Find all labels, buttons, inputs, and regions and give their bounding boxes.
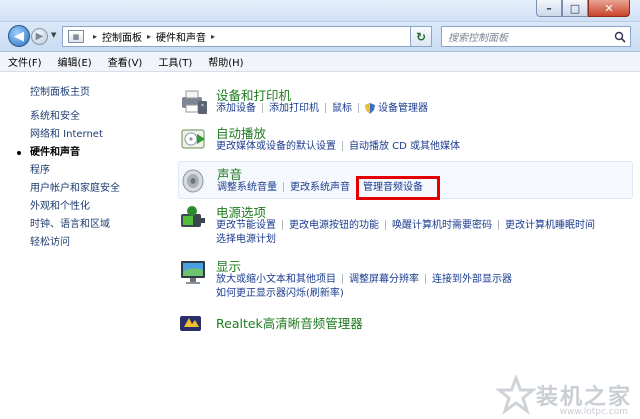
link-connect-external-display[interactable]: 连接到外部显示器 <box>432 274 512 285</box>
search-input[interactable]: 搜索控制面板 <box>448 29 610 44</box>
section-autoplay: 自动播放 更改媒体或设备的默认设置 自动播放 CD 或其他媒体 <box>178 123 633 159</box>
refresh-button[interactable]: ↻ <box>410 26 432 47</box>
control-panel-icon: ▦ <box>68 30 84 43</box>
menu-tools[interactable]: 工具(T) <box>158 54 192 69</box>
section-devices-printers: 设备和打印机 添加设备 添加打印机 鼠标 设备管理器 <box>178 85 633 121</box>
back-button[interactable]: ◀ <box>8 25 30 47</box>
link-change-system-sounds[interactable]: 更改系统声音 <box>290 182 350 193</box>
link-fix-flicker[interactable]: 如何更正显示器闪烁(刷新率) <box>216 288 344 299</box>
sidebar-item-system-security[interactable]: 系统和安全 <box>30 108 120 126</box>
menu-edit[interactable]: 编辑(E) <box>58 54 92 69</box>
link-zoom-text[interactable]: 放大或缩小文本和其他项目 <box>216 274 336 285</box>
title-bar: – □ ✕ <box>0 0 640 22</box>
link-change-sleep-time[interactable]: 更改计算机睡眠时间 <box>505 220 595 231</box>
link-mouse[interactable]: 鼠标 <box>332 103 352 114</box>
link-device-manager[interactable]: 设备管理器 <box>378 103 428 114</box>
highlight-box <box>356 176 440 200</box>
content-pane: 设备和打印机 添加设备 添加打印机 鼠标 设备管理器 自动播放 更改媒体或设备的默认设… <box>170 73 640 419</box>
display-icon[interactable] <box>178 256 210 288</box>
realtek-icon[interactable] <box>178 311 204 335</box>
search-box[interactable]: 搜索控制面板 <box>441 26 631 47</box>
category-list: 系统和安全 网络和 Internet 硬件和声音 程序 用户帐户和家庭安全 外观… <box>17 108 120 252</box>
link-power-button-function[interactable]: 更改电源按钮的功能 <box>289 220 379 231</box>
forward-button[interactable]: ▶ <box>31 28 48 45</box>
section-title[interactable]: Realtek高清晰音频管理器 <box>216 313 363 332</box>
sidebar-item-programs[interactable]: 程序 <box>30 162 120 180</box>
link-change-media-defaults[interactable]: 更改媒体或设备的默认设置 <box>216 141 336 152</box>
sidebar-item-user-accounts[interactable]: 用户帐户和家庭安全 <box>30 180 120 198</box>
link-change-power-saving[interactable]: 更改节能设置 <box>216 220 276 231</box>
section-links: 更改媒体或设备的默认设置 自动播放 CD 或其他媒体 <box>216 140 636 154</box>
maximize-button[interactable]: □ <box>562 0 588 17</box>
section-links: 添加设备 添加打印机 鼠标 设备管理器 <box>216 102 636 116</box>
breadcrumb-separator-icon[interactable]: ▸ <box>93 32 97 41</box>
power-icon[interactable] <box>178 202 210 234</box>
printer-icon[interactable] <box>178 85 210 117</box>
speaker-icon[interactable] <box>179 164 211 196</box>
link-adjust-resolution[interactable]: 调整屏幕分辨率 <box>349 274 419 285</box>
link-add-printer[interactable]: 添加打印机 <box>269 103 319 114</box>
close-button[interactable]: ✕ <box>588 0 630 17</box>
menu-bar: 文件(F) 编辑(E) 查看(V) 工具(T) 帮助(H) <box>0 52 640 72</box>
section-realtek: Realtek高清晰音频管理器 <box>178 311 633 341</box>
sidebar-item-appearance[interactable]: 外观和个性化 <box>30 198 120 216</box>
search-icon[interactable] <box>610 27 630 46</box>
left-navigation-pane: 控制面板主页 系统和安全 网络和 Internet 硬件和声音 程序 用户帐户和… <box>0 73 170 419</box>
star-logo-icon <box>495 375 536 415</box>
menu-file[interactable]: 文件(F) <box>8 54 42 69</box>
link-add-device[interactable]: 添加设备 <box>216 103 256 114</box>
back-arrow-icon: ◀ <box>14 28 24 44</box>
link-choose-power-plan[interactable]: 选择电源计划 <box>216 234 276 245</box>
watermark-url: www.lotpc.com <box>559 407 628 417</box>
section-power-options: 电源选项 更改节能设置 更改电源按钮的功能 唤醒计算机时需要密码 更改计算机睡眠时间 … <box>178 202 633 248</box>
window-controls: – □ ✕ <box>536 0 630 17</box>
sidebar-item-network-internet[interactable]: 网络和 Internet <box>30 126 120 144</box>
link-adjust-volume[interactable]: 调整系统音量 <box>217 182 277 193</box>
forward-arrow-icon: ▶ <box>35 31 44 42</box>
breadcrumb-hardware-sound[interactable]: 硬件和声音 <box>156 29 206 44</box>
breadcrumb-separator-icon[interactable]: ▸ <box>147 32 151 41</box>
autoplay-icon[interactable] <box>178 123 210 155</box>
menu-view[interactable]: 查看(V) <box>108 54 143 69</box>
recent-pages-dropdown[interactable]: ▼ <box>51 31 56 39</box>
section-links: 更改节能设置 更改电源按钮的功能 唤醒计算机时需要密码 更改计算机睡眠时间 选择电源计… <box>216 219 636 247</box>
refresh-icon: ↻ <box>415 29 427 44</box>
navigation-bar: ◀ ▶ ▼ ▦ ▸ 控制面板 ▸ 硬件和声音 ▸ ▼ ↻ 搜索控制面板 <box>0 22 640 52</box>
menu-help[interactable]: 帮助(H) <box>208 54 243 69</box>
control-panel-home-link[interactable]: 控制面板主页 <box>30 83 90 98</box>
minimize-button[interactable]: – <box>536 0 562 17</box>
breadcrumb-separator-icon[interactable]: ▸ <box>211 32 215 41</box>
link-require-password-wake[interactable]: 唤醒计算机时需要密码 <box>392 220 492 231</box>
section-links: 放大或缩小文本和其他项目 调整屏幕分辨率 连接到外部显示器 如何更正显示器闪烁(刷新… <box>216 273 636 301</box>
sidebar-item-clock-language[interactable]: 时钟、语言和区域 <box>30 216 120 234</box>
section-display: 显示 放大或缩小文本和其他项目 调整屏幕分辨率 连接到外部显示器 如何更正显示器闪烁… <box>178 256 633 302</box>
address-bar[interactable]: ▦ ▸ 控制面板 ▸ 硬件和声音 ▸ ▼ <box>62 26 432 47</box>
sidebar-item-ease-of-access[interactable]: 轻松访问 <box>30 234 120 252</box>
breadcrumb-control-panel[interactable]: 控制面板 <box>102 29 142 44</box>
sidebar-item-hardware-sound[interactable]: 硬件和声音 <box>17 144 120 162</box>
uac-shield-icon <box>365 102 375 114</box>
link-autoplay-cd[interactable]: 自动播放 CD 或其他媒体 <box>349 141 460 152</box>
